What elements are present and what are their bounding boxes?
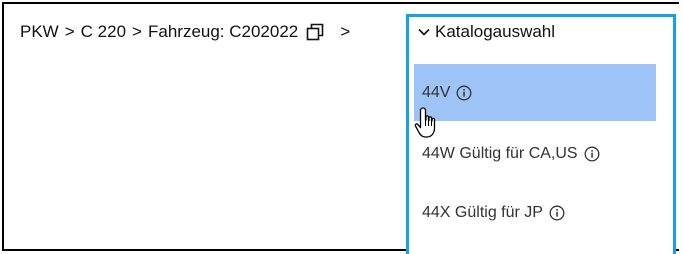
info-icon[interactable] — [549, 205, 565, 221]
dropdown-label: Katalogauswahl — [435, 22, 556, 41]
hand-pointer-icon — [414, 107, 436, 138]
info-icon[interactable] — [584, 146, 600, 162]
catalog-option-44w[interactable]: 44W Gültig für CA,US — [414, 125, 656, 182]
option-label: 44V — [422, 83, 451, 101]
option-label: 44X Gültig für JP — [422, 203, 543, 221]
breadcrumb-separator: > — [132, 22, 142, 41]
copy-icon[interactable] — [306, 23, 324, 41]
breadcrumb-item-vehicle: Fahrzeug: C202022 — [147, 22, 299, 41]
breadcrumb-item-pkw[interactable]: PKW — [20, 22, 59, 42]
chevron-down-icon — [418, 28, 430, 36]
dropdown-trigger[interactable]: Katalogauswahl — [417, 22, 555, 42]
catalog-option-44x[interactable]: 44X Gültig für JP — [414, 184, 656, 241]
catalog-option-44v[interactable]: 44V — [414, 64, 656, 121]
breadcrumb-item-model[interactable]: C 220 — [81, 22, 126, 42]
breadcrumb: PKW > C 220 > Fahrzeug: C202022 > — [20, 20, 354, 44]
option-label: 44W Gültig für CA,US — [422, 144, 578, 162]
breadcrumb-separator: > — [64, 22, 75, 41]
catalog-selection-dropdown[interactable]: Katalogauswahl 44V 44W Gültig für CA,US … — [406, 14, 676, 254]
info-icon[interactable] — [456, 85, 472, 101]
breadcrumb-separator: > — [340, 22, 351, 41]
